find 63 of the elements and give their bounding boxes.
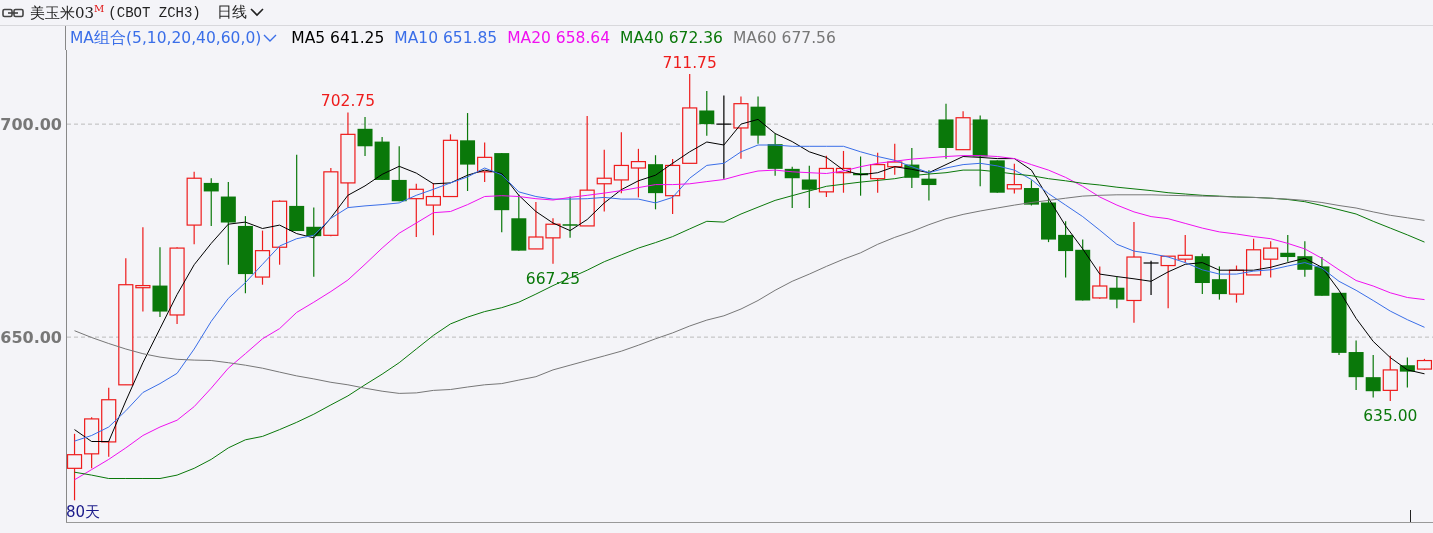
candlestick	[1280, 234, 1296, 263]
candlestick	[1246, 238, 1262, 276]
candlestick	[784, 166, 800, 209]
candlestick	[801, 165, 817, 209]
candlestick	[272, 199, 288, 266]
candlestick	[630, 148, 647, 198]
ma-legend-item: MA20 658.64	[507, 29, 611, 47]
period-span-label: 80天	[66, 503, 101, 521]
candlestick	[254, 230, 271, 286]
candlestick	[1228, 264, 1245, 304]
low-price-label: 635.00	[1363, 407, 1418, 425]
candlestick	[1211, 265, 1227, 301]
ma-legend-item: MA40 672.36	[620, 29, 723, 47]
candlestick	[511, 194, 527, 252]
candlestick	[904, 147, 920, 189]
candlestick	[887, 143, 903, 176]
candlestick	[938, 103, 954, 160]
ma-legend-item: MA60 677.56	[732, 29, 836, 47]
link-icon	[2, 7, 24, 18]
y-axis-label: 650.00	[0, 328, 62, 348]
high-price-label: 702.75	[320, 92, 376, 111]
candlestick	[767, 132, 783, 177]
chevron-icon	[263, 33, 278, 43]
candlestick	[835, 150, 852, 194]
candlestick	[1365, 354, 1381, 399]
chevron-icon	[249, 8, 264, 17]
high-price-label: 711.75	[662, 54, 717, 73]
candlestick	[408, 183, 424, 238]
candlestick	[853, 155, 869, 197]
candlestick	[425, 182, 441, 236]
candlestick	[152, 246, 168, 318]
candlestick	[1023, 179, 1039, 207]
candlestick	[1194, 253, 1210, 295]
period-dropdown[interactable]: 日线	[216, 3, 264, 22]
candlestick	[1263, 240, 1279, 279]
candlestick	[613, 131, 629, 194]
candlestick	[323, 167, 339, 237]
position-marker	[1410, 509, 1411, 523]
candlestick	[1058, 220, 1074, 279]
candlestick	[545, 217, 561, 265]
y-axis-label: 700.00	[0, 115, 62, 135]
candlestick	[870, 152, 886, 194]
candlestick	[66, 433, 83, 501]
candlestick	[442, 133, 459, 198]
candlestick	[528, 201, 544, 250]
ma-legend-item: MA10 651.85	[394, 29, 498, 47]
candlestick	[733, 95, 749, 160]
candlestick	[374, 136, 390, 181]
candlestick	[1041, 197, 1057, 243]
exchange-code: (CBOT ZCH3)	[108, 4, 201, 21]
candlestick	[648, 154, 663, 210]
candlestick	[818, 155, 834, 198]
candlestick	[391, 145, 407, 202]
candlestick	[750, 95, 766, 145]
candlestick	[1348, 339, 1364, 391]
indicator-dropdown[interactable]: MA组合(5,10,20,40,60,0)	[70, 27, 278, 49]
candlestick	[1006, 163, 1022, 195]
candlestick	[1297, 240, 1313, 278]
candlestick	[921, 169, 937, 201]
candlestick	[84, 416, 100, 469]
instrument-title: 美玉米03$^{M}$	[30, 2, 105, 23]
candlestick	[306, 207, 322, 278]
ma-legend-item: MA5 641.25	[291, 29, 385, 47]
